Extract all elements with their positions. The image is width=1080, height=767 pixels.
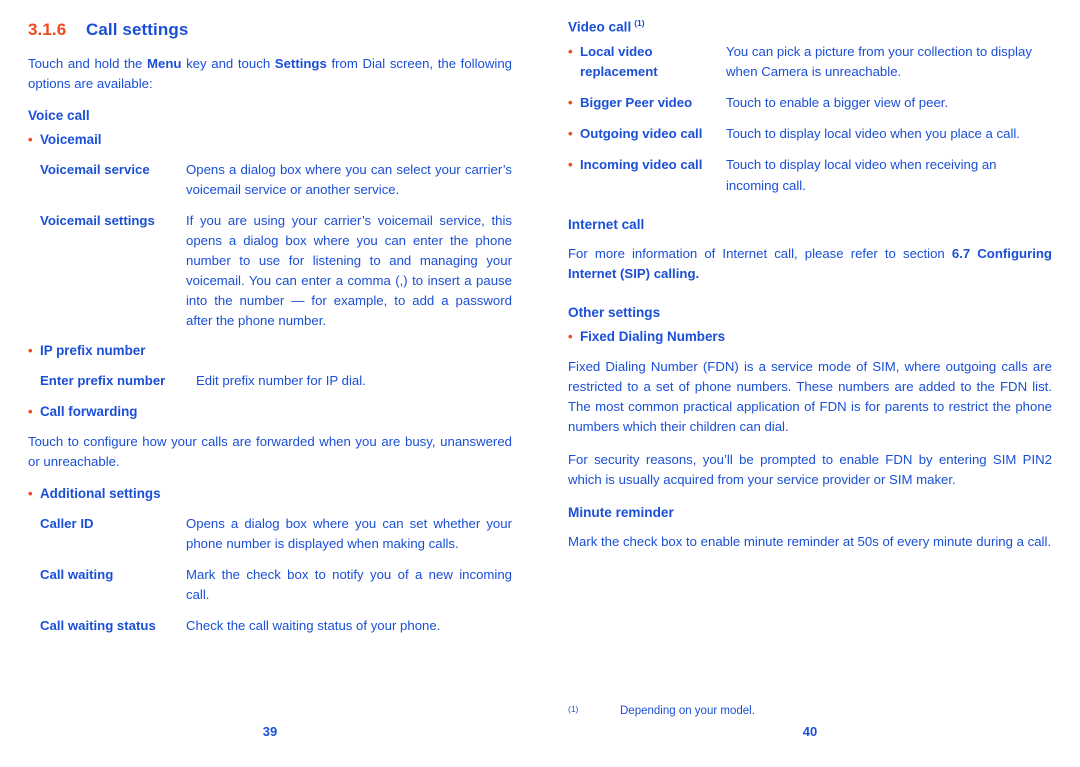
- intro-paragraph: Touch and hold the Menu key and touch Se…: [28, 54, 512, 94]
- definition-term-label: Outgoing video call: [580, 126, 703, 142]
- intro-part1: Touch and hold the: [28, 56, 148, 71]
- bullet-dot-icon: •: [568, 95, 573, 111]
- bullet-dot-icon: •: [28, 403, 33, 419]
- subheading-video-call: Video call (1): [568, 18, 1052, 36]
- definition-row: Call waiting Mark the check box to notif…: [28, 565, 512, 605]
- bullet-fixed-dialing-numbers: • Fixed Dialing Numbers: [568, 328, 1052, 346]
- bullet-dot-icon: •: [28, 343, 33, 359]
- intro-bold-menu: Menu: [147, 56, 182, 71]
- bullet-label: Voicemail: [40, 131, 102, 147]
- subheading-minute-reminder: Minute reminder: [568, 504, 674, 520]
- bullet-dot-icon: •: [568, 126, 573, 142]
- definition-term: Call waiting status: [40, 618, 156, 634]
- definition-row: • Bigger Peer video Touch to enable a bi…: [568, 93, 1052, 113]
- subheading-other-settings: Other settings: [568, 305, 661, 321]
- definition-term-label: Incoming video call: [580, 157, 703, 173]
- definition-term: Voicemail settings: [40, 213, 155, 229]
- subheading-internet-call: Internet call: [568, 216, 645, 232]
- bullet-label: Fixed Dialing Numbers: [580, 329, 726, 345]
- bullet-dot-icon: •: [28, 485, 33, 501]
- bullet-additional-settings: • Additional settings: [28, 485, 512, 503]
- definition-row: Voicemail settings If you are using your…: [28, 211, 512, 331]
- definition-term-label: Bigger Peer video: [580, 95, 693, 111]
- bullet-call-forwarding: • Call forwarding: [28, 403, 512, 421]
- minute-reminder-paragraph: Mark the check box to enable minute remi…: [568, 534, 1052, 550]
- subheading-voice-call: Voice call: [28, 108, 90, 124]
- definition-description: If you are using your carrier’s voicemai…: [186, 213, 512, 329]
- definition-description: Touch to display local video when you pl…: [726, 126, 1020, 142]
- internet-call-paragraph: For more information of Internet call, p…: [568, 244, 1052, 284]
- definition-row: • Local video replacement You can pick a…: [568, 42, 1052, 82]
- bullet-voicemail: • Voicemail: [28, 131, 512, 149]
- definition-term: Enter prefix number: [40, 373, 166, 389]
- bullet-dot-icon: •: [568, 329, 573, 345]
- call-forwarding-paragraph: Touch to configure how your calls are fo…: [28, 433, 512, 469]
- definition-description: Mark the check box to notify you of a ne…: [186, 566, 512, 603]
- definition-row: Enter prefix number Edit prefix number f…: [28, 371, 512, 391]
- definition-row: Call waiting status Check the call waiti…: [28, 616, 512, 636]
- footnote-text: Depending on your model.: [620, 704, 755, 717]
- bullet-dot-icon: •: [28, 131, 33, 147]
- definition-term-label: Local video replacement: [580, 44, 658, 80]
- bullet-dot-icon: •: [568, 44, 573, 60]
- definition-term: Call waiting: [40, 566, 114, 582]
- fdn-paragraph-2: For security reasons, you’ll be prompted…: [568, 452, 1052, 488]
- definition-term: Voicemail service: [40, 161, 150, 177]
- bullet-dot-icon: •: [568, 157, 573, 173]
- intro-bold-settings: Settings: [274, 56, 327, 71]
- document-spread: 3.1.6 Call settings Touch and hold the M…: [0, 0, 1080, 767]
- definition-row: Voicemail service Opens a dialog box whe…: [28, 160, 512, 200]
- section-title: Call settings: [86, 20, 189, 39]
- definition-description: You can pick a picture from your collect…: [726, 44, 1032, 80]
- page-left: 3.1.6 Call settings Touch and hold the M…: [0, 0, 540, 767]
- bullet-label: IP prefix number: [40, 343, 146, 359]
- definition-description: Opens a dialog box where you can set whe…: [186, 515, 512, 551]
- definition-description: Edit prefix number for IP dial.: [196, 373, 366, 389]
- definition-term: • Local video replacement: [568, 42, 726, 82]
- bullet-label: Call forwarding: [40, 403, 138, 419]
- bullet-ip-prefix-number: • IP prefix number: [28, 342, 512, 360]
- definition-description: Touch to enable a bigger view of peer.: [726, 95, 949, 111]
- definition-description: Opens a dialog box where you can select …: [186, 161, 512, 197]
- definition-term: • Outgoing video call: [568, 124, 726, 144]
- definition-description: Touch to display local video when receiv…: [726, 157, 997, 193]
- internet-call-text: For more information of Internet call, p…: [568, 246, 952, 262]
- definition-row: Caller ID Opens a dialog box where you c…: [28, 514, 512, 554]
- section-number: 3.1.6: [28, 20, 67, 39]
- footnote-reference: (1): [634, 18, 645, 28]
- definition-term: • Incoming video call: [568, 155, 726, 195]
- page-number-right: 40: [802, 724, 818, 739]
- page-number-left: 39: [262, 724, 278, 739]
- section-heading: 3.1.6 Call settings: [28, 20, 512, 40]
- footnote: (1) Depending on your model.: [568, 703, 1052, 719]
- intro-part2: key and touch: [181, 56, 275, 71]
- definition-row: • Outgoing video call Touch to display l…: [568, 124, 1052, 144]
- bullet-label: Additional settings: [40, 485, 161, 501]
- definition-term: • Bigger Peer video: [568, 93, 726, 113]
- footnote-marker: (1): [568, 703, 579, 714]
- definition-row: • Incoming video call Touch to display l…: [568, 155, 1052, 195]
- definition-description: Check the call waiting status of your ph…: [186, 618, 441, 634]
- fdn-paragraph-1: Fixed Dialing Number (FDN) is a service …: [568, 359, 1052, 435]
- page-right: Video call (1) • Local video replacement …: [540, 0, 1080, 767]
- subheading-label: Video call: [568, 19, 632, 35]
- definition-term: Caller ID: [40, 515, 94, 531]
